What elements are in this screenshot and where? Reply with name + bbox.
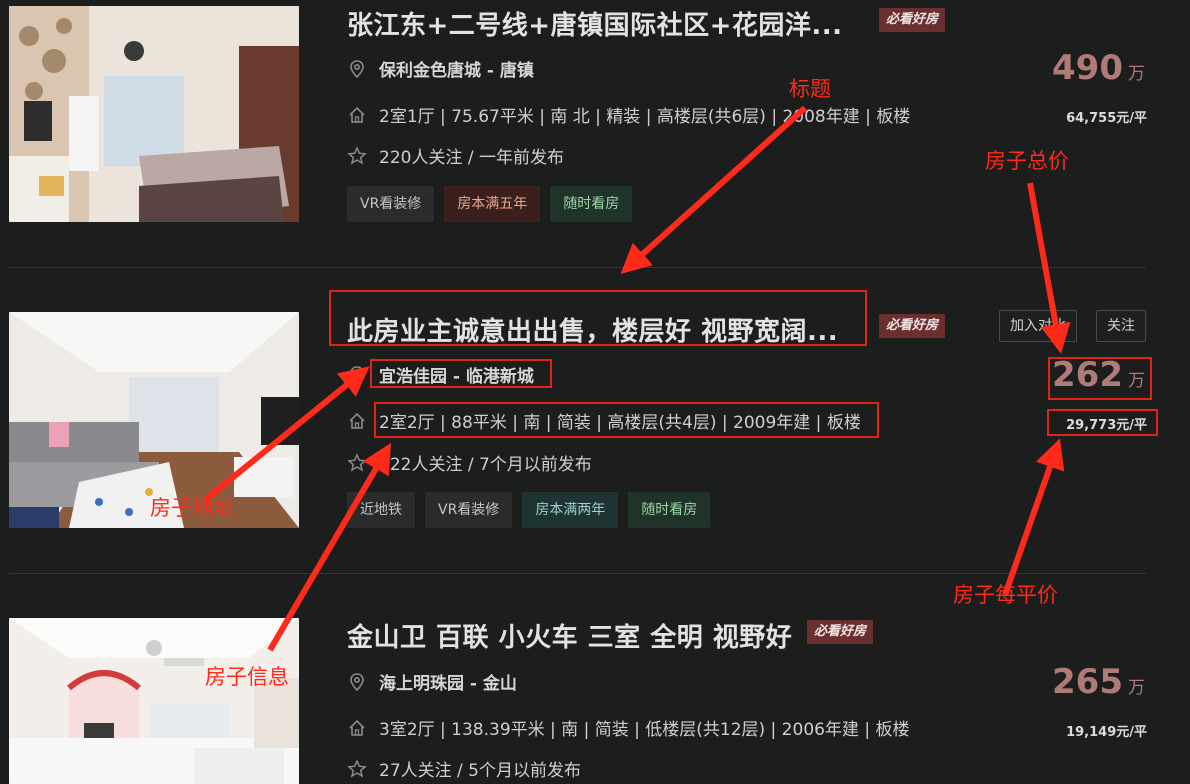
must-see-badge: 必看好房	[807, 620, 874, 644]
must-see-badge: 必看好房	[879, 8, 946, 32]
follow-info: 122人关注 / 7个月以前发布	[347, 450, 592, 475]
follow-text: 27人关注 / 5个月以前发布	[379, 761, 581, 781]
follow-text: 220人关注 / 一年前发布	[379, 148, 564, 168]
address-text: 海上明珠园 - 金山	[379, 674, 517, 694]
annotation-info: 房子信息	[205, 665, 289, 689]
total-price-unit: 万	[1128, 678, 1145, 698]
house-icon	[349, 412, 365, 429]
location-pin-icon	[350, 365, 364, 384]
star-icon	[347, 145, 367, 165]
info-highlight-box	[374, 402, 879, 438]
must-see-badge: 必看好房	[879, 314, 946, 338]
house-info-text: 3室2厅 | 138.39平米 | 南 | 简装 | 低楼层(共12层) | 2…	[379, 720, 910, 740]
tag-vr: VR看装修	[347, 186, 435, 222]
house-icon	[349, 719, 365, 736]
total-price-unit: 万	[1128, 64, 1145, 84]
total-price: 265 万	[1052, 662, 1145, 702]
total-price-value: 265	[1052, 662, 1123, 702]
unit-price-highlight-box	[1047, 409, 1158, 436]
unit-price: 19,149元/平	[1066, 725, 1147, 740]
annotation-unit-price: 房子每平价	[953, 583, 1058, 607]
annotation-title: 标题	[789, 77, 831, 101]
tag-list: 近地铁 VR看装修 房本满两年 随时看房	[347, 492, 711, 528]
unit-price: 64,755元/平	[1066, 111, 1147, 126]
tag-anytime-viewing: 随时看房	[550, 186, 633, 222]
follow-info: 220人关注 / 一年前发布	[347, 143, 564, 168]
address-highlight-box	[370, 359, 552, 388]
listing-title[interactable]: 金山卫 百联 小火车 三室 全明 视野好	[347, 617, 792, 654]
follow-info: 27人关注 / 5个月以前发布	[347, 756, 581, 781]
follow-button[interactable]: 关注	[1096, 310, 1146, 342]
house-photo[interactable]	[9, 6, 299, 222]
annotation-total-price: 房子总价	[985, 149, 1069, 173]
listing-divider	[9, 573, 1146, 574]
star-icon	[347, 452, 367, 472]
tag-list: VR看装修 房本满五年 随时看房	[347, 186, 633, 222]
total-price-value: 490	[1052, 48, 1123, 88]
house-info: 3室2厅 | 138.39平米 | 南 | 简装 | 低楼层(共12层) | 2…	[347, 715, 910, 740]
house-icon	[349, 106, 365, 123]
address-text: 保利金色唐城 - 唐镇	[379, 61, 534, 81]
total-price-highlight-box	[1048, 357, 1152, 400]
listing-divider	[9, 267, 1146, 268]
listing-address[interactable]: 保利金色唐城 - 唐镇	[347, 56, 534, 81]
title-highlight-box	[329, 290, 867, 346]
tag-two-years: 房本满两年	[522, 492, 619, 528]
listing-title[interactable]: 张江东+二号线+唐镇国际社区+花园洋...	[347, 5, 843, 42]
tag-vr: VR看装修	[425, 492, 513, 528]
house-info-text: 2室1厅 | 75.67平米 | 南 北 | 精装 | 高楼层(共6层) | 2…	[379, 107, 911, 127]
tag-anytime-viewing: 随时看房	[628, 492, 711, 528]
listing-address[interactable]: 海上明珠园 - 金山	[347, 669, 517, 694]
house-info: 2室1厅 | 75.67平米 | 南 北 | 精装 | 高楼层(共6层) | 2…	[347, 102, 910, 127]
total-price: 490 万	[1052, 48, 1145, 88]
annotation-address: 房子地址	[150, 496, 234, 520]
house-photo[interactable]	[9, 618, 299, 784]
title-arrow	[620, 105, 808, 275]
tag-near-subway: 近地铁	[347, 492, 415, 528]
location-pin-icon	[350, 672, 364, 691]
follow-text: 122人关注 / 7个月以前发布	[379, 455, 592, 475]
add-compare-button[interactable]: 加入对比	[999, 310, 1077, 342]
star-icon	[347, 758, 367, 778]
tag-five-years: 房本满五年	[444, 186, 541, 222]
location-pin-icon	[350, 59, 364, 78]
